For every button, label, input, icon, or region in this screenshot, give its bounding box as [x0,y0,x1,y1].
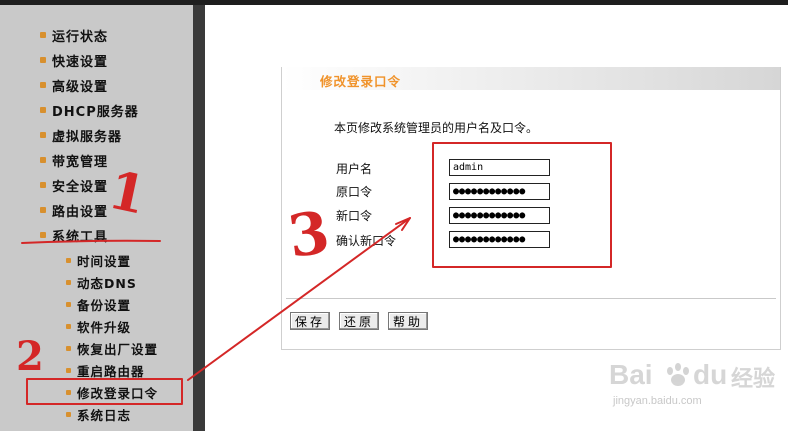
submenu-label: 时间设置 [77,253,132,269]
page-title: 修改登录口令 [320,74,402,89]
menu-label: 路由设置 [52,204,109,220]
menu-item-system-tools[interactable]: 系统工具 [40,225,108,245]
submenu-item-change-password[interactable]: 修改登录口令 [66,383,158,401]
submenu-item-time[interactable]: 时间设置 [66,251,131,269]
menu-item-quick-setup[interactable]: 快速设置 [40,50,108,70]
bullet-icon [66,279,71,285]
separator [286,298,776,299]
bullet-icon [40,207,46,213]
bullet-icon [40,157,46,163]
submenu-item-system-log[interactable]: 系统日志 [66,405,131,423]
confirm-password-label: 确认新口令 [336,234,397,248]
frame-divider[interactable] [193,5,205,431]
submenu-item-reboot[interactable]: 重启路由器 [66,361,145,379]
watermark-brand: Bai [609,359,653,390]
save-button[interactable]: 保存 [290,312,330,330]
sidebar-nav: 运行状态 快速设置 高级设置 DHCP服务器 虚拟服务器 带宽管理 安全设置 路… [0,5,193,431]
submenu-label: 恢复出厂设置 [77,341,159,357]
bullet-icon [66,301,71,307]
old-password-input[interactable] [449,183,550,200]
menu-item-routing[interactable]: 路由设置 [40,200,108,220]
bullet-icon [40,182,46,188]
bullet-icon [40,132,46,138]
submenu-item-firmware[interactable]: 软件升级 [66,317,131,335]
bullet-icon [66,411,71,417]
menu-label: 安全设置 [52,179,109,195]
old-password-label: 原口令 [336,185,373,199]
panel-header: 修改登录口令 [282,67,780,90]
new-password-input[interactable] [449,207,550,224]
menu-item-advanced[interactable]: 高级设置 [40,75,108,95]
menu-item-status[interactable]: 运行状态 [40,25,108,45]
watermark-url: jingyan.baidu.com [613,395,702,407]
submenu-label: 系统日志 [77,407,132,423]
bullet-icon [40,57,46,63]
watermark-brand-du: du [693,359,728,390]
bullet-icon [40,82,46,88]
baidu-watermark: Bai du 经验 jingyan.baidu.com [595,355,785,415]
menu-label: 高级设置 [52,79,109,95]
bullet-icon [66,345,71,351]
menu-label: 快速设置 [52,54,109,70]
submenu-label: 修改登录口令 [77,385,159,401]
menu-label: 虚拟服务器 [52,129,123,145]
password-panel: 修改登录口令 本页修改系统管理员的用户名及口令。 用户名 原口令 新口令 确认新… [281,67,781,350]
submenu-label: 动态DNS [77,275,137,291]
help-button[interactable]: 帮助 [388,312,428,330]
username-input[interactable] [449,159,550,176]
submenu-item-ddns[interactable]: 动态DNS [66,273,137,291]
bullet-icon [66,367,71,373]
new-password-label: 新口令 [336,209,373,223]
menu-item-bandwidth[interactable]: 带宽管理 [40,150,108,170]
menu-item-virtual-server[interactable]: 虚拟服务器 [40,125,122,145]
submenu-label: 软件升级 [77,319,132,335]
bullet-icon [40,32,46,38]
confirm-password-input[interactable] [449,231,550,248]
submenu-label: 备份设置 [77,297,132,313]
bullet-icon [66,389,71,395]
submenu-item-backup[interactable]: 备份设置 [66,295,131,313]
menu-label: 带宽管理 [52,154,109,170]
menu-label: DHCP服务器 [52,104,139,120]
menu-label: 运行状态 [52,29,109,45]
bullet-icon [66,257,71,263]
menu-item-security[interactable]: 安全设置 [40,175,108,195]
bullet-icon [40,232,46,238]
bullet-icon [40,107,46,113]
page-description: 本页修改系统管理员的用户名及口令。 [334,121,539,135]
username-label: 用户名 [336,162,373,176]
restore-button[interactable]: 还原 [339,312,379,330]
menu-item-dhcp[interactable]: DHCP服务器 [40,100,139,120]
submenu-item-factory-reset[interactable]: 恢复出厂设置 [66,339,158,357]
menu-label: 系统工具 [52,229,109,245]
bullet-icon [66,323,71,329]
submenu-label: 重启路由器 [77,363,145,379]
watermark-brand-jingyan: 经验 [731,367,776,392]
